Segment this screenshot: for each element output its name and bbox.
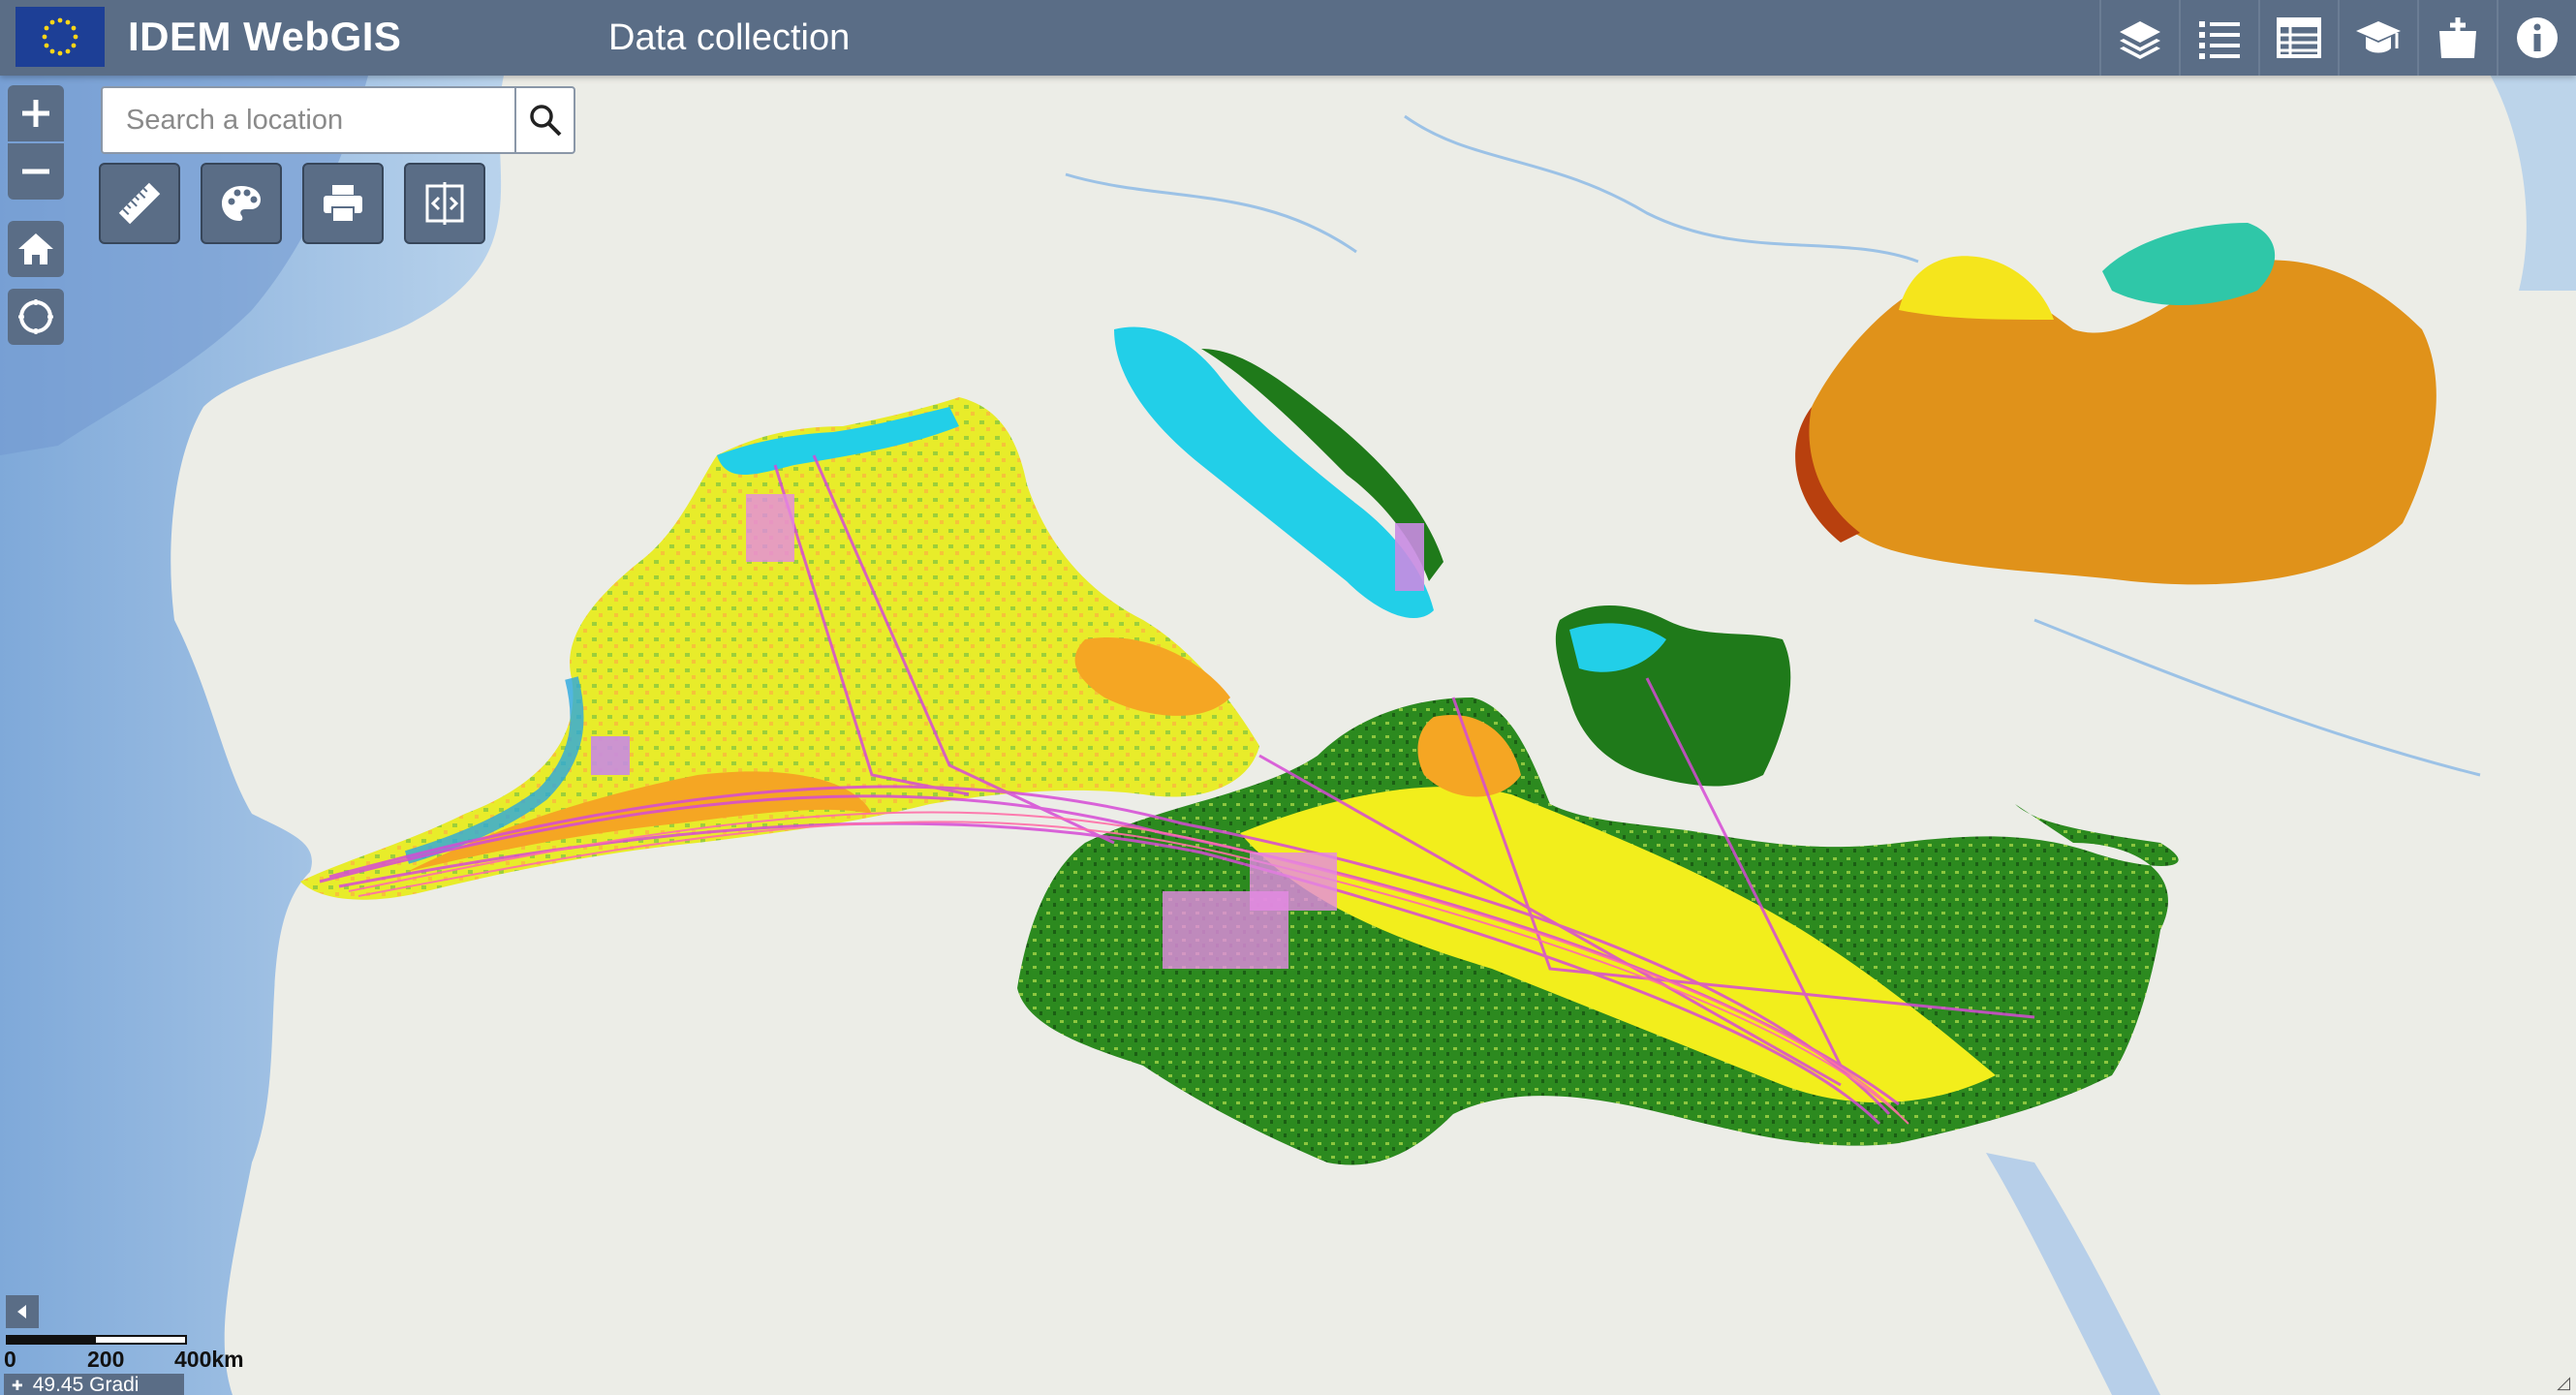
style-palette-icon — [222, 186, 261, 221]
protected-area — [1395, 523, 1424, 591]
scale-label-start: 0 — [4, 1347, 16, 1372]
scale-bar: 0 200 400km — [4, 1335, 265, 1374]
zoom-in-button[interactable] — [8, 85, 64, 141]
protected-area — [746, 494, 794, 562]
search-button[interactable] — [514, 88, 574, 152]
scale-label-end: 400km — [174, 1347, 244, 1372]
section-title: Data collection — [608, 17, 851, 58]
home-icon — [18, 233, 53, 264]
print-button[interactable] — [302, 163, 384, 244]
tutorial-button[interactable] — [2338, 0, 2417, 76]
tutorial-icon — [2356, 21, 2401, 53]
legend-button[interactable] — [2179, 0, 2258, 76]
add-data-icon — [2439, 17, 2476, 58]
map-toolbar — [99, 163, 485, 244]
search-icon — [529, 105, 561, 137]
layers-button[interactable] — [2099, 0, 2179, 76]
attribute-table-icon — [2277, 17, 2321, 58]
plus-icon — [22, 100, 49, 127]
style-button[interactable] — [201, 163, 282, 244]
coordinate-value: 49.45 Gradi — [32, 1374, 140, 1395]
minus-icon — [22, 169, 49, 174]
add-data-button[interactable] — [2417, 0, 2497, 76]
collapse-panel-button[interactable] — [6, 1295, 39, 1328]
locate-icon — [18, 299, 53, 334]
scale-label-mid: 200 — [87, 1347, 125, 1372]
protected-area — [591, 736, 630, 775]
measure-button[interactable] — [99, 163, 180, 244]
chevron-left-icon — [17, 1305, 26, 1318]
legend-list-icon — [2199, 21, 2240, 59]
search-input[interactable] — [103, 88, 514, 152]
app-title: IDEM WebGIS — [128, 14, 402, 59]
header-bar: IDEM WebGIS Data collection — [0, 0, 2576, 76]
layers-icon — [2120, 21, 2160, 59]
search-box — [101, 86, 575, 154]
info-button[interactable] — [2497, 0, 2576, 76]
compare-swipe-icon — [425, 182, 464, 225]
crosshair-icon: ✚ — [12, 1377, 23, 1393]
geolocate-button[interactable] — [8, 289, 64, 345]
header-toolbar — [2099, 0, 2576, 76]
scale-bar-graphic — [6, 1335, 187, 1345]
measure-ruler-icon — [118, 182, 161, 225]
info-icon — [2517, 17, 2558, 58]
eu-flag-icon — [16, 7, 105, 67]
print-icon — [324, 185, 362, 223]
protected-area — [1163, 891, 1288, 969]
resize-handle-icon[interactable]: ◿ — [2557, 1373, 2570, 1393]
zoom-out-button[interactable] — [8, 143, 64, 200]
home-extent-button[interactable] — [8, 221, 64, 277]
compare-button[interactable] — [404, 163, 485, 244]
coordinate-readout: ✚ 49.45 Gradi — [4, 1374, 184, 1395]
app: IDEM WebGIS Data collection Search a loc… — [0, 0, 2576, 1395]
attribute-table-button[interactable] — [2258, 0, 2338, 76]
